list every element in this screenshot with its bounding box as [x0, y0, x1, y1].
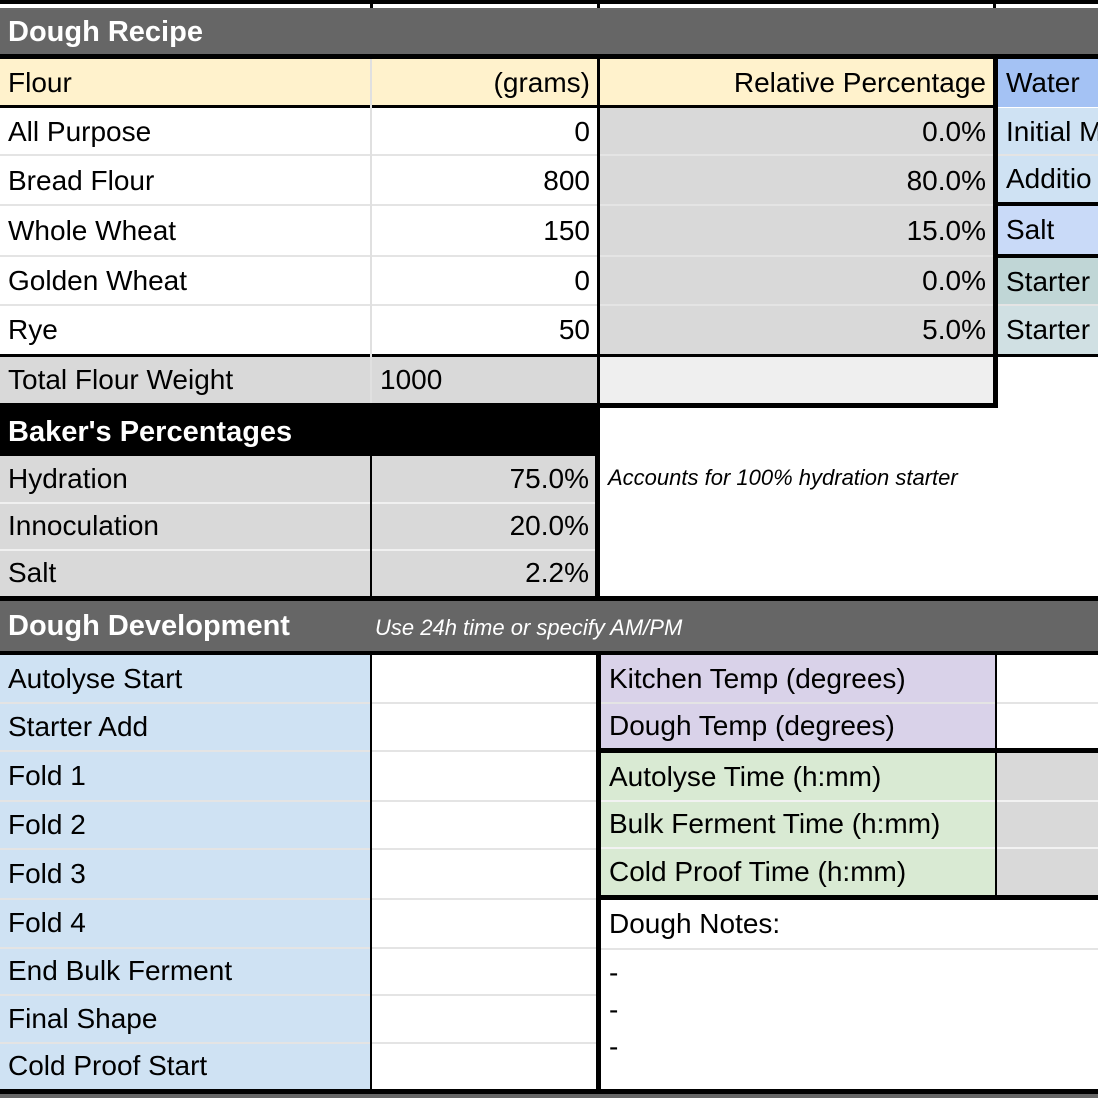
- step-label: End Bulk Ferment: [0, 948, 372, 994]
- kitchen-temp-label: Kitchen Temp (degrees): [601, 655, 995, 702]
- step-label: Fold 1: [0, 751, 372, 800]
- step-time-input[interactable]: [372, 703, 596, 750]
- dough-recipe-header: Dough Recipe: [0, 8, 1098, 56]
- bulk-ferment-time-label: Bulk Ferment Time (h:mm): [601, 801, 995, 847]
- autolyse-time-label: Autolyse Time (h:mm): [601, 753, 995, 800]
- flour-column-header[interactable]: Flour: [0, 59, 372, 107]
- flour-grams-cell[interactable]: 150: [372, 206, 598, 256]
- step-time-input[interactable]: [372, 751, 596, 800]
- total-flour-label[interactable]: Total Flour Weight: [0, 357, 372, 403]
- flour-grams-cell[interactable]: 800: [372, 156, 598, 205]
- relative-percentage-header[interactable]: Relative Percentage: [600, 59, 994, 107]
- flour-grams-cell[interactable]: 50: [372, 306, 598, 354]
- step-label: Fold 4: [0, 899, 372, 947]
- flour-pct-cell[interactable]: 15.0%: [600, 206, 994, 256]
- step-time-input[interactable]: [372, 849, 596, 898]
- flour-name-cell[interactable]: Whole Wheat: [0, 206, 372, 256]
- spreadsheet: Dough Recipe Flour (grams) Relative Perc…: [0, 0, 1098, 1098]
- salt-percent-label[interactable]: Salt: [0, 550, 372, 596]
- grams-column-header[interactable]: (grams): [372, 59, 598, 107]
- kitchen-temp-input[interactable]: [997, 655, 1098, 702]
- bakers-percentages-title: Baker's Percentages: [8, 415, 293, 448]
- hydration-label[interactable]: Hydration: [0, 456, 372, 502]
- salt-cell[interactable]: Salt: [998, 206, 1098, 254]
- bakers-percentages-header: Baker's Percentages: [0, 408, 600, 456]
- dough-notes-label: Dough Notes:: [601, 900, 1098, 948]
- dough-development-title: Dough Development: [8, 609, 290, 642]
- step-label: Autolyse Start: [0, 655, 372, 702]
- step-time-input[interactable]: [372, 899, 596, 947]
- salt-percent-value[interactable]: 2.2%: [372, 550, 597, 596]
- cold-proof-time-label: Cold Proof Time (h:mm): [601, 848, 995, 895]
- autolyse-time-value[interactable]: [997, 753, 1098, 800]
- innoculation-value[interactable]: 20.0%: [372, 503, 597, 549]
- step-time-input[interactable]: [372, 1043, 596, 1089]
- step-time-input[interactable]: [372, 948, 596, 994]
- innoculation-label[interactable]: Innoculation: [0, 503, 372, 549]
- hydration-value[interactable]: 75.0%: [372, 456, 597, 502]
- bulk-ferment-time-value[interactable]: [997, 801, 1098, 847]
- starter-hydration-note: Accounts for 100% hydration starter: [608, 465, 958, 490]
- step-time-input[interactable]: [372, 801, 596, 848]
- cold-proof-time-value[interactable]: [997, 848, 1098, 895]
- flour-pct-cell[interactable]: 0.0%: [600, 108, 994, 155]
- step-label: Cold Proof Start: [0, 1043, 372, 1089]
- additional-water-cell[interactable]: Additio: [998, 156, 1098, 202]
- water-header[interactable]: Water: [998, 59, 1098, 107]
- step-label: Fold 3: [0, 849, 372, 898]
- dough-temp-label: Dough Temp (degrees): [601, 703, 995, 748]
- step-label: Final Shape: [0, 995, 372, 1042]
- note-line[interactable]: -: [601, 1029, 1098, 1065]
- flour-grams-cell[interactable]: 0: [372, 108, 598, 155]
- flour-pct-cell[interactable]: 0.0%: [600, 257, 994, 305]
- flour-name-cell[interactable]: All Purpose: [0, 108, 372, 155]
- flour-pct-cell[interactable]: 5.0%: [600, 306, 994, 354]
- flour-name-cell[interactable]: Rye: [0, 306, 372, 354]
- dough-recipe-title: Dough Recipe: [8, 15, 203, 48]
- flour-grams-cell[interactable]: 0: [372, 257, 598, 305]
- step-time-input[interactable]: [372, 655, 596, 702]
- note-line[interactable]: -: [601, 992, 1098, 1028]
- total-flour-value[interactable]: 1000: [372, 357, 598, 403]
- step-time-input[interactable]: [372, 995, 596, 1042]
- step-label: Fold 2: [0, 801, 372, 848]
- flour-name-cell[interactable]: Bread Flour: [0, 156, 372, 205]
- flour-pct-cell[interactable]: 80.0%: [600, 156, 994, 205]
- dough-temp-input[interactable]: [997, 703, 1098, 748]
- starter-cell[interactable]: Starter: [998, 258, 1098, 305]
- time-format-note: Use 24h time or specify AM/PM: [375, 615, 683, 640]
- step-label: Starter Add: [0, 703, 372, 750]
- flour-name-cell[interactable]: Golden Wheat: [0, 257, 372, 305]
- starter-cell[interactable]: Starter: [998, 306, 1098, 354]
- note-line[interactable]: -: [601, 955, 1098, 991]
- initial-water-cell[interactable]: Initial M: [998, 108, 1098, 155]
- total-flour-empty-cell[interactable]: [600, 357, 994, 403]
